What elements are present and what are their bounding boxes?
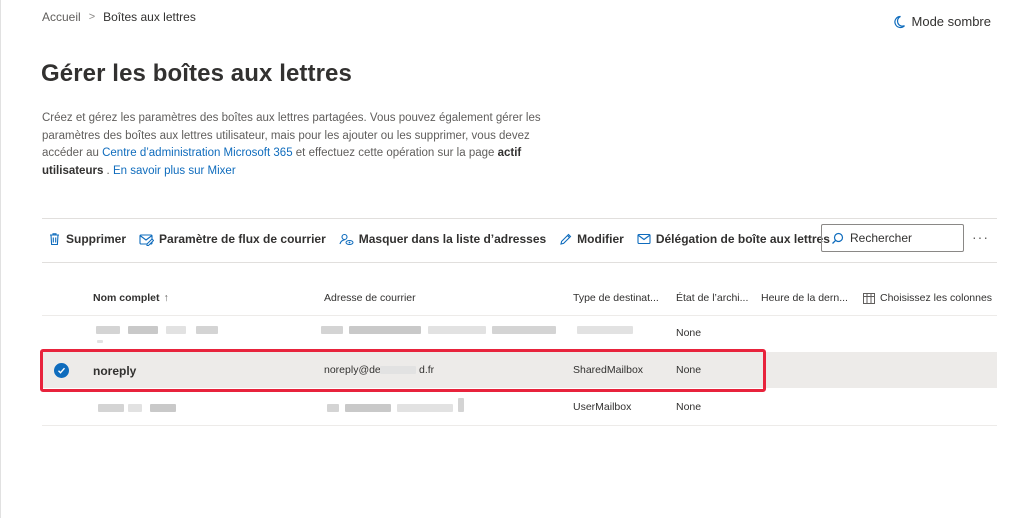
highlight-annotation (40, 349, 766, 392)
delete-button[interactable]: Supprimer (48, 232, 126, 246)
page-description: Créez et gérez les paramètres des boîtes… (42, 110, 557, 180)
learn-more-link[interactable]: En savoir plus sur Mixer (113, 165, 236, 177)
row-divider (42, 425, 997, 426)
redacted-email (327, 404, 339, 412)
redacted-email (458, 398, 464, 412)
dark-mode-toggle[interactable]: Mode sombre (892, 14, 991, 29)
column-header-email[interactable]: Adresse de courrier (324, 292, 416, 304)
hide-icon (339, 233, 354, 245)
columns-icon (863, 292, 875, 304)
mail-flow-settings-button[interactable]: Paramètre de flux de courrier (139, 232, 326, 246)
redacted-type (577, 326, 633, 334)
page-border (0, 0, 1, 518)
moon-icon (893, 15, 905, 28)
choose-columns-label: Choisissez les colonnes (880, 292, 993, 304)
redacted-name (98, 404, 124, 412)
redacted-name (96, 326, 120, 334)
redacted-name (128, 326, 158, 334)
redacted-email (321, 326, 343, 334)
redacted-email (345, 404, 391, 412)
breadcrumb: Accueil > Boîtes aux lettres (42, 10, 196, 24)
more-options-button[interactable]: ··· (972, 229, 989, 245)
redacted-name (166, 326, 186, 334)
column-header-name-label: Nom complet (93, 292, 160, 304)
redacted-name (150, 404, 176, 412)
column-header-time[interactable]: Heure de la dern... (761, 292, 848, 304)
hide-from-address-list-button[interactable]: Masquer dans la liste d’adresses (339, 232, 546, 246)
redacted-email (349, 326, 421, 334)
archive-status: None (676, 401, 702, 413)
command-bar: Supprimer Paramètre de flux de courrier … (48, 226, 843, 252)
admin-center-link[interactable]: Centre d’administration Microsoft 365 (102, 147, 292, 159)
breadcrumb-current: Boîtes aux lettres (103, 10, 196, 24)
recipient-type: UserMailbox (573, 401, 632, 413)
redacted-name (97, 340, 103, 343)
pencil-icon (560, 233, 572, 245)
archive-status: None (676, 327, 702, 339)
column-header-name[interactable]: Nom complet ↑ (93, 292, 169, 304)
description-text-3: . (103, 164, 113, 177)
mail-icon (637, 233, 651, 245)
column-header-archive[interactable]: État de l’archi... (676, 292, 748, 304)
choose-columns-button[interactable]: Choisissez les colonnes (863, 292, 992, 304)
redacted-email (492, 326, 556, 334)
redacted-name (128, 404, 142, 412)
redacted-email (397, 404, 453, 412)
redacted-email (428, 326, 486, 334)
sort-ascending-icon: ↑ (163, 292, 169, 304)
search-icon (832, 232, 844, 244)
page-title: Gérer les boîtes aux lettres (41, 60, 352, 87)
delegation-label: Délégation de boîte aux lettres (655, 232, 830, 246)
redacted-name (196, 326, 218, 334)
header-divider (42, 315, 997, 316)
search-input[interactable]: Rechercher (821, 224, 964, 252)
column-header-type[interactable]: Type de destinat... (573, 292, 659, 304)
search-placeholder: Rechercher (850, 231, 913, 245)
trash-icon (50, 233, 59, 246)
description-text-2: et effectuez cette opération sur la page (292, 147, 498, 159)
dark-mode-label: Mode sombre (911, 14, 991, 29)
delete-label: Supprimer (66, 232, 127, 246)
breadcrumb-separator: > (88, 11, 96, 23)
mail-flow-label: Paramètre de flux de courrier (159, 232, 326, 246)
hide-label: Masquer dans la liste d’adresses (358, 232, 547, 246)
mail-settings-icon (139, 233, 155, 246)
toolbar-divider-top (42, 218, 997, 219)
breadcrumb-home[interactable]: Accueil (42, 10, 81, 24)
mailbox-delegation-button[interactable]: Délégation de boîte aux lettres (637, 232, 830, 246)
edit-button[interactable]: Modifier (559, 232, 624, 246)
toolbar-divider-bottom (42, 262, 997, 263)
edit-label: Modifier (577, 232, 624, 246)
